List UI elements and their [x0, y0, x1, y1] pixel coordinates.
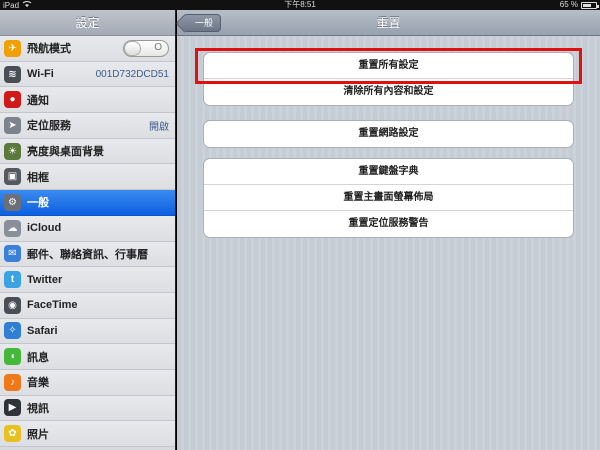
toggle-knob — [124, 40, 141, 56]
sidebar-item-picture-frame[interactable]: ▣ 相框 — [0, 164, 175, 191]
sidebar-list: ✈ 飛航模式 O ≋ Wi-Fi 001D732DCD51 ● 通知 ➤ 定位服務 開啟 ☀ 亮度與桌面… — [0, 36, 175, 447]
sidebar-item-location[interactable]: ➤ 定位服務 開啟 — [0, 113, 175, 139]
sidebar-item-label: 視訊 — [27, 402, 49, 415]
sidebar-title: 設定 — [0, 10, 175, 36]
page-title: 重置 — [376, 16, 401, 30]
status-right: 65 % — [559, 0, 599, 10]
battery-fill — [583, 3, 591, 7]
sidebar-item-label: 訊息 — [27, 351, 49, 364]
status-time: 下午8:51 — [284, 0, 316, 9]
twitter-icon: t — [4, 271, 21, 289]
brightness-icon: ☀ — [4, 142, 21, 160]
sidebar-item-airplane[interactable]: ✈ 飛航模式 O — [0, 36, 175, 62]
facetime-icon: ◉ — [4, 296, 21, 314]
reset-group-3: 重置鍵盤字典 重置主畫面螢幕佈局 重置定位服務警告 — [203, 158, 574, 238]
reset-home-layout-button[interactable]: 重置主畫面螢幕佈局 — [204, 185, 573, 211]
sidebar-item-label: 音樂 — [27, 377, 49, 390]
erase-all-content-button[interactable]: 清除所有內容和設定 — [204, 79, 573, 105]
sidebar-item-label: 一般 — [27, 197, 49, 210]
wifi-icon: ≋ — [4, 65, 21, 83]
sidebar-item-notifications[interactable]: ● 通知 — [0, 87, 175, 114]
safari-icon: ✧ — [4, 322, 21, 340]
sidebar-item-gear[interactable]: ⚙ 一般 — [0, 190, 175, 216]
reset-group-2: 重置網路設定 — [203, 120, 574, 148]
messages-icon: ◖ — [4, 348, 21, 366]
sidebar-item-brightness[interactable]: ☀ 亮度與桌面背景 — [0, 138, 175, 165]
sidebar-item-label: Wi-Fi — [27, 68, 54, 81]
battery-icon — [581, 1, 599, 9]
sidebar-item-value: 開啟 — [149, 121, 169, 133]
reset-panel: 一般 重置 重置所有設定 清除所有內容和設定 重置網路設定 重置鍵盤字典 重置主… — [177, 10, 600, 450]
sidebar-item-messages[interactable]: ◖ 訊息 — [0, 344, 175, 370]
sidebar-item-label: 通知 — [27, 94, 49, 107]
photos-icon: ✿ — [4, 425, 21, 443]
sidebar-item-label: Twitter — [27, 273, 63, 286]
sidebar-item-label: 照片 — [27, 428, 49, 441]
sidebar-item-label: 飛航模式 — [27, 43, 71, 56]
sidebar-item-label: 亮度與桌面背景 — [27, 146, 104, 159]
sidebar-item-music[interactable]: ♪ 音樂 — [0, 369, 175, 396]
sidebar-item-twitter[interactable]: t Twitter — [0, 267, 175, 293]
reset-network-settings-button[interactable]: 重置網路設定 — [204, 121, 573, 147]
sidebar-item-label: FaceTime — [27, 299, 78, 312]
sidebar-item-cloud[interactable]: ☁ iCloud — [0, 215, 175, 242]
sidebar-item-facetime[interactable]: ◉ FaceTime — [0, 292, 175, 319]
status-bar: iPad 下午8:51 65 % — [0, 0, 600, 10]
sidebar-item-mail[interactable]: ✉ 郵件、聯絡資訊、行事曆 — [0, 241, 175, 268]
sidebar-item-safari[interactable]: ✧ Safari — [0, 318, 175, 345]
sidebar-item-label: iCloud — [27, 222, 62, 235]
reset-keyboard-dictionary-button[interactable]: 重置鍵盤字典 — [204, 159, 573, 185]
location-icon: ➤ — [4, 116, 21, 134]
airplane-mode-toggle[interactable]: O — [123, 39, 169, 57]
gear-icon: ⚙ — [4, 193, 21, 211]
sidebar-item-label: Safari — [27, 324, 58, 337]
reset-all-settings-button[interactable]: 重置所有設定 — [204, 53, 573, 79]
settings-sidebar: 設定 ✈ 飛航模式 O ≋ Wi-Fi 001D732DCD51 ● 通知 ➤ 定位服務 開啟 ☀ 亮度… — [0, 10, 176, 450]
sidebar-item-label: 相框 — [27, 171, 49, 184]
sidebar-item-value: 001D732DCD51 — [95, 68, 169, 80]
picture-frame-icon: ▣ — [4, 168, 21, 186]
sidebar-item-label: 定位服務 — [27, 120, 71, 133]
reset-group-1: 重置所有設定 清除所有內容和設定 — [203, 52, 574, 106]
sidebar-item-label: 郵件、聯絡資訊、行事曆 — [27, 248, 148, 261]
sidebar-item-photos[interactable]: ✿ 照片 — [0, 421, 175, 447]
music-icon: ♪ — [4, 373, 21, 391]
sidebar-item-wifi[interactable]: ≋ Wi-Fi 001D732DCD51 — [0, 61, 175, 88]
navigation-bar: 一般 重置 — [177, 10, 600, 36]
toggle-label: O — [154, 41, 162, 53]
notifications-icon: ● — [4, 91, 21, 109]
battery-percent: 65 % — [559, 0, 578, 9]
cloud-icon: ☁ — [4, 219, 21, 237]
sidebar-item-video[interactable]: ▶ 視訊 — [0, 395, 175, 422]
mail-icon: ✉ — [4, 245, 21, 263]
airplane-icon: ✈ — [4, 39, 21, 57]
reset-location-warnings-button[interactable]: 重置定位服務警告 — [204, 211, 573, 237]
video-icon: ▶ — [4, 399, 21, 417]
